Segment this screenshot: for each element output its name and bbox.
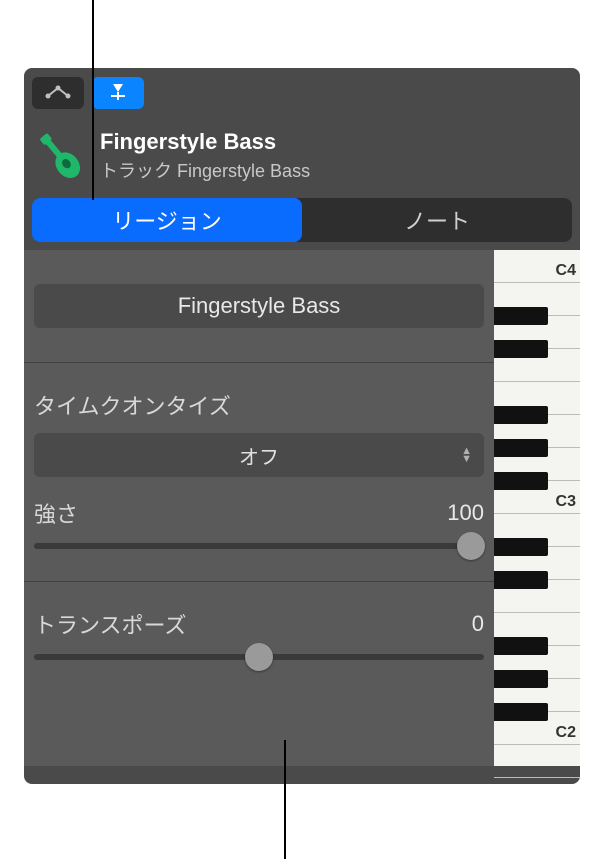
transpose-value: 0 [472, 611, 484, 637]
white-key[interactable] [494, 745, 580, 778]
transpose-row: トランスポーズ 0 [34, 608, 484, 640]
inspector-panel: Fingerstyle Bass トラック Fingerstyle Bass リ… [24, 68, 580, 784]
black-key[interactable] [494, 538, 548, 556]
transpose-section: トランスポーズ 0 [24, 582, 494, 692]
track-subtitle: トラック Fingerstyle Bass [100, 157, 310, 183]
key-label: C4 [556, 262, 576, 280]
quantize-select[interactable]: オフ ▲▼ [34, 433, 484, 477]
quantize-section: タイムクオンタイズ オフ ▲▼ 強さ 100 [24, 363, 494, 582]
chevron-updown-icon: ▲▼ [461, 447, 472, 463]
tab-note[interactable]: ノート [302, 198, 572, 242]
black-key[interactable] [494, 307, 548, 325]
strength-slider[interactable] [34, 543, 484, 549]
header-text: Fingerstyle Bass トラック Fingerstyle Bass [100, 129, 310, 183]
instrument-icon [32, 128, 88, 184]
black-key[interactable] [494, 670, 548, 688]
black-key[interactable] [494, 439, 548, 457]
quantize-value: オフ [239, 441, 279, 470]
piano-ruler[interactable]: C4 C3 C2 [494, 250, 580, 766]
strength-slider-thumb[interactable] [457, 532, 485, 560]
region-name-field[interactable]: Fingerstyle Bass [34, 284, 484, 328]
transpose-slider[interactable] [34, 654, 484, 660]
automation-tool-button[interactable] [32, 77, 84, 109]
automation-icon [43, 83, 73, 104]
track-header: Fingerstyle Bass トラック Fingerstyle Bass [24, 118, 580, 198]
tab-region[interactable]: リージョン [32, 198, 302, 242]
black-key[interactable] [494, 406, 548, 424]
callout-line-top [92, 0, 94, 200]
white-key[interactable]: C4 [494, 250, 580, 283]
controls-column: Fingerstyle Bass タイムクオンタイズ オフ ▲▼ 強さ 100 [24, 250, 494, 766]
black-key[interactable] [494, 703, 548, 721]
callout-line-bottom [284, 740, 286, 859]
track-title: Fingerstyle Bass [100, 129, 310, 155]
toolbar [24, 68, 580, 118]
strength-row: 強さ 100 [34, 497, 484, 529]
transpose-label: トランスポーズ [34, 608, 186, 640]
transpose-slider-thumb[interactable] [245, 643, 273, 671]
black-key[interactable] [494, 637, 548, 655]
inspector-body: Fingerstyle Bass タイムクオンタイズ オフ ▲▼ 強さ 100 [24, 250, 580, 766]
black-key[interactable] [494, 472, 548, 490]
key-label: C3 [556, 493, 576, 511]
quantize-label: タイムクオンタイズ [34, 389, 484, 421]
black-key[interactable] [494, 340, 548, 358]
catch-icon [105, 80, 131, 107]
key-label: C2 [556, 724, 576, 742]
catch-playhead-button[interactable] [92, 77, 144, 109]
tab-bar: リージョン ノート [32, 198, 572, 242]
strength-value: 100 [447, 500, 484, 526]
strength-label: 強さ [34, 497, 78, 529]
black-key[interactable] [494, 571, 548, 589]
region-name-section: Fingerstyle Bass [24, 250, 494, 363]
